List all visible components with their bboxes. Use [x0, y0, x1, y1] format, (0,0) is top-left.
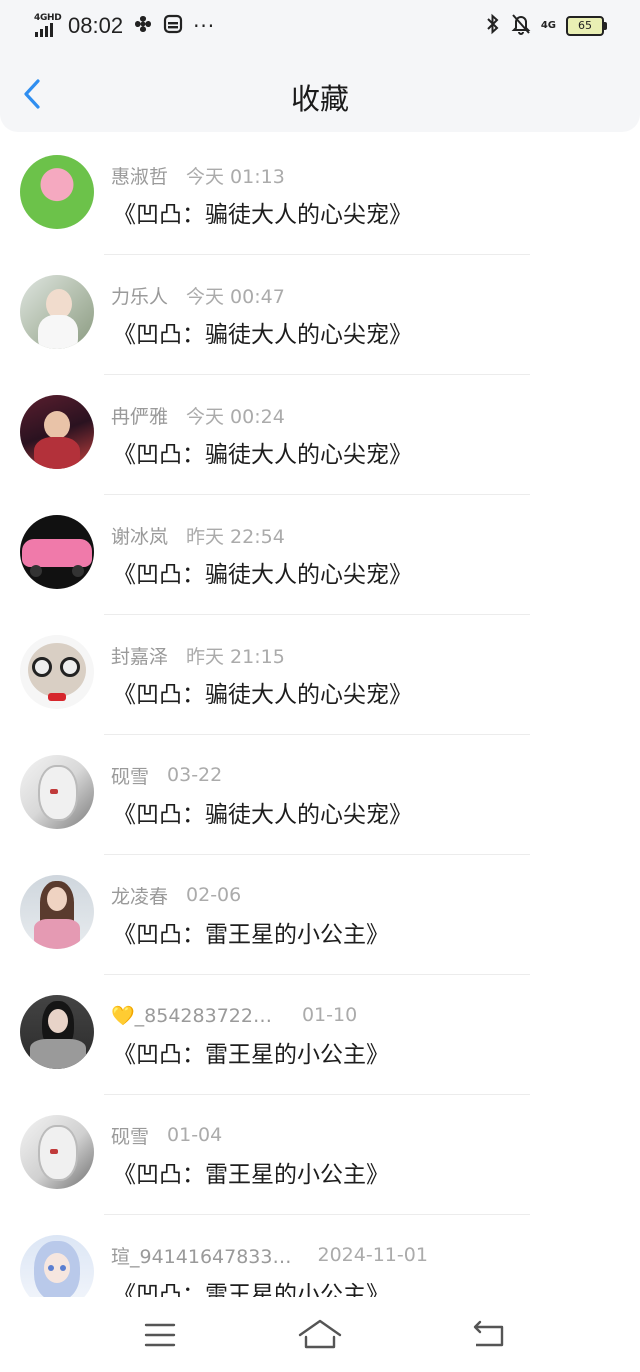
network-4g-label: 4G: [540, 20, 556, 31]
user-name: 谢冰岚: [111, 525, 169, 548]
user-name: 惠淑哲: [111, 165, 169, 188]
avatar[interactable]: [20, 155, 94, 229]
battery-icon: 65: [566, 16, 607, 36]
user-name: 封嘉泽: [111, 645, 169, 668]
sim-icon: [163, 14, 183, 39]
avatar[interactable]: [20, 755, 94, 829]
return-icon: [473, 1320, 504, 1347]
home-icon: [298, 1319, 342, 1349]
page-title: 收藏: [290, 82, 349, 116]
item-time: 昨天 21:15: [186, 645, 285, 668]
avatar[interactable]: [20, 275, 94, 349]
item-subject: 《凹凸：骗徒大人的心尖宠》: [113, 802, 412, 828]
home-button[interactable]: [296, 1315, 344, 1355]
avatar[interactable]: [20, 395, 94, 469]
item-subject: 《凹凸：骗徒大人的心尖宠》: [113, 322, 412, 348]
item-time: 01-10: [301, 1004, 358, 1026]
item-time: 03-22: [167, 764, 223, 786]
item-time: 今天 00:24: [186, 405, 285, 428]
item-subject: 《凹凸：雷王星的小公主》: [113, 922, 389, 948]
top-bar: 收藏: [0, 52, 640, 132]
item-time: 今天 00:47: [186, 285, 285, 308]
avatar[interactable]: [20, 1235, 94, 1297]
signal-icon: 4GHD: [34, 13, 62, 39]
list-item[interactable]: 谢冰岚 昨天 22:54 《凹凸：骗徒大人的心尖宠》: [0, 495, 640, 615]
item-time: 今天 01:13: [186, 165, 285, 188]
network-label: 4GHD: [34, 13, 62, 23]
list-item[interactable]: 瑄_94141647833… 2024-11-01 《凹凸：雷王星的小公主》: [0, 1215, 640, 1297]
avatar[interactable]: [20, 635, 94, 709]
list-item[interactable]: 砚雪 01-04 《凹凸：雷王星的小公主》: [0, 1095, 640, 1215]
list-item[interactable]: 冉俨雅 今天 00:24 《凹凸：骗徒大人的心尖宠》: [0, 375, 640, 495]
user-name: 砚雪: [111, 1125, 150, 1148]
user-name: 龙凌春: [111, 885, 169, 908]
avatar[interactable]: [20, 995, 94, 1069]
menu-button[interactable]: [138, 1315, 182, 1355]
fan-icon: [133, 14, 153, 39]
item-subject: 《凹凸：雷王星的小公主》: [113, 1042, 389, 1068]
item-subject: 《凹凸：骗徒大人的心尖宠》: [113, 562, 412, 588]
system-nav-bar: [0, 1297, 640, 1372]
list-item[interactable]: 封嘉泽 昨天 21:15 《凹凸：骗徒大人的心尖宠》: [0, 615, 640, 735]
list-item[interactable]: 惠淑哲 今天 01:13 《凹凸：骗徒大人的心尖宠》: [0, 135, 640, 255]
mute-bell-icon: [511, 13, 531, 39]
avatar[interactable]: [20, 1115, 94, 1189]
item-subject: 《凹凸：骗徒大人的心尖宠》: [113, 202, 412, 228]
user-name: 💛_854283722…: [111, 1004, 272, 1027]
return-button[interactable]: [466, 1315, 510, 1355]
item-subject: 《凹凸：骗徒大人的心尖宠》: [113, 442, 412, 468]
item-subject: 《凹凸：骗徒大人的心尖宠》: [113, 682, 412, 708]
item-time: 02-06: [186, 884, 242, 906]
avatar[interactable]: [20, 875, 94, 949]
favorites-list: 惠淑哲 今天 01:13 《凹凸：骗徒大人的心尖宠》 力乐人 今天 00:47 《凹…: [0, 135, 640, 1297]
more-notifications: ···: [193, 14, 216, 38]
user-name: 力乐人: [111, 285, 169, 308]
list-item[interactable]: 龙凌春 02-06 《凹凸：雷王星的小公主》: [0, 855, 640, 975]
status-bar: 4GHD 08:02 ··· 4G 65: [0, 0, 640, 52]
list-item[interactable]: 💛_854283722… 01-10 《凹凸：雷王星的小公主》: [0, 975, 640, 1095]
user-name: 冉俨雅: [111, 405, 169, 428]
menu-icon: [144, 1323, 176, 1347]
item-time: 2024-11-01: [317, 1244, 428, 1266]
bluetooth-icon: [485, 13, 501, 39]
status-time: 08:02: [68, 13, 124, 38]
user-name: 砚雪: [111, 765, 150, 788]
avatar[interactable]: [20, 515, 94, 589]
item-time: 01-04: [167, 1124, 223, 1146]
list-item[interactable]: 力乐人 今天 00:47 《凹凸：骗徒大人的心尖宠》: [0, 255, 640, 375]
item-subject: 《凹凸：雷王星的小公主》: [113, 1282, 389, 1297]
item-subject: 《凹凸：雷王星的小公主》: [113, 1162, 389, 1188]
user-name: 瑄_94141647833…: [111, 1245, 292, 1268]
list-item[interactable]: 砚雪 03-22 《凹凸：骗徒大人的心尖宠》: [0, 735, 640, 855]
item-time: 昨天 22:54: [186, 525, 285, 548]
